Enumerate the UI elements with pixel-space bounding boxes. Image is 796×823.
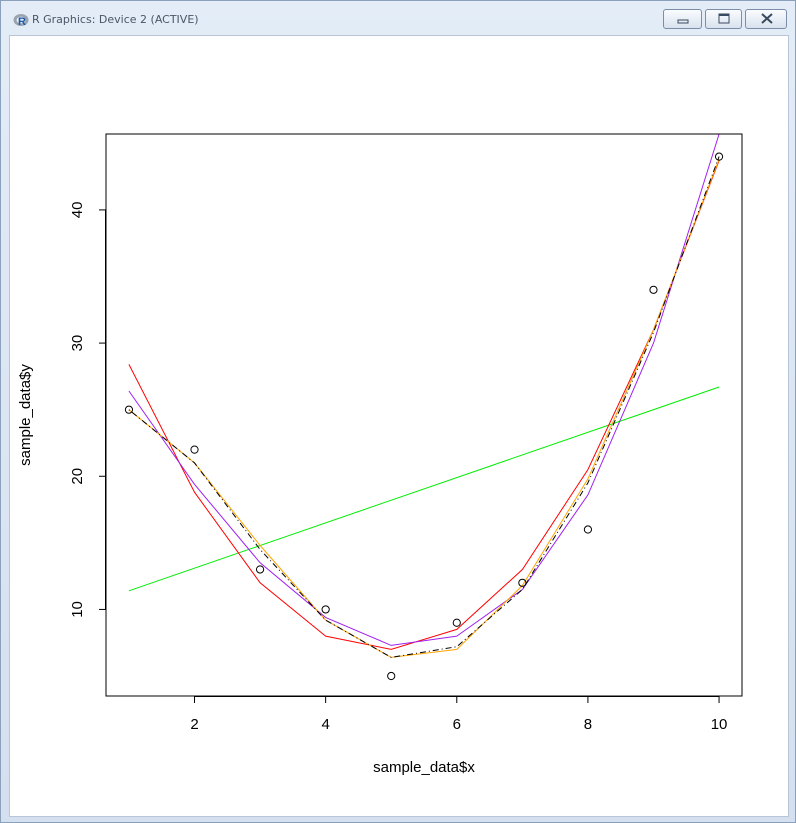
series-line-1: [128, 386, 720, 592]
x-tick-label: 6: [453, 716, 461, 733]
x-tick-label: 4: [321, 716, 329, 733]
r-logo-icon: R: [13, 14, 29, 27]
data-point: [452, 618, 461, 627]
plot-frame: [105, 133, 743, 697]
data-point: [190, 445, 199, 454]
series-line-4: [128, 159, 720, 658]
series-layer: [128, 133, 720, 658]
close-button[interactable]: [745, 9, 787, 29]
data-point: [649, 285, 658, 294]
minimize-button[interactable]: [663, 9, 702, 29]
r-graphics-window: R R Graphics: Device 2 (ACTIVE) 2 4 6 8 10: [0, 0, 796, 823]
maximize-button[interactable]: [705, 9, 742, 29]
x-axis-label: sample_data$x: [373, 759, 475, 776]
minimize-icon: [677, 19, 689, 24]
series-line-3: [128, 133, 720, 646]
series-line-2: [128, 160, 720, 650]
data-point: [321, 605, 330, 614]
chart: 2 4 6 8 10 10 20 30 40 sample_data$x sample_dat…: [17, 133, 743, 776]
data-point: [255, 565, 265, 574]
close-icon: [761, 13, 773, 24]
y-tick-label: 30: [69, 335, 86, 352]
y-axis-label: sample_data$y: [17, 364, 34, 466]
data-point: [387, 671, 396, 681]
series-line-5: [128, 156, 720, 658]
maximize-icon: [718, 13, 730, 24]
y-tick-label: 40: [69, 202, 86, 219]
title-bar[interactable]: R R Graphics: Device 2 (ACTIVE): [1, 1, 795, 35]
x-axis: 2 4 6 8 10: [190, 696, 727, 733]
plot-area: 2 4 6 8 10 10 20 30 40 sample_data$x sample_dat…: [9, 35, 789, 817]
data-point: [583, 525, 593, 534]
x-tick-label: 8: [584, 716, 592, 733]
x-tick-label: 2: [190, 716, 198, 733]
y-tick-label: 10: [69, 601, 86, 618]
svg-text:R: R: [18, 16, 26, 27]
y-axis: 10 20 30 40: [69, 202, 106, 618]
window-title: R Graphics: Device 2 (ACTIVE): [32, 13, 199, 26]
x-tick-label: 10: [711, 716, 728, 733]
y-tick-label: 20: [69, 468, 86, 485]
